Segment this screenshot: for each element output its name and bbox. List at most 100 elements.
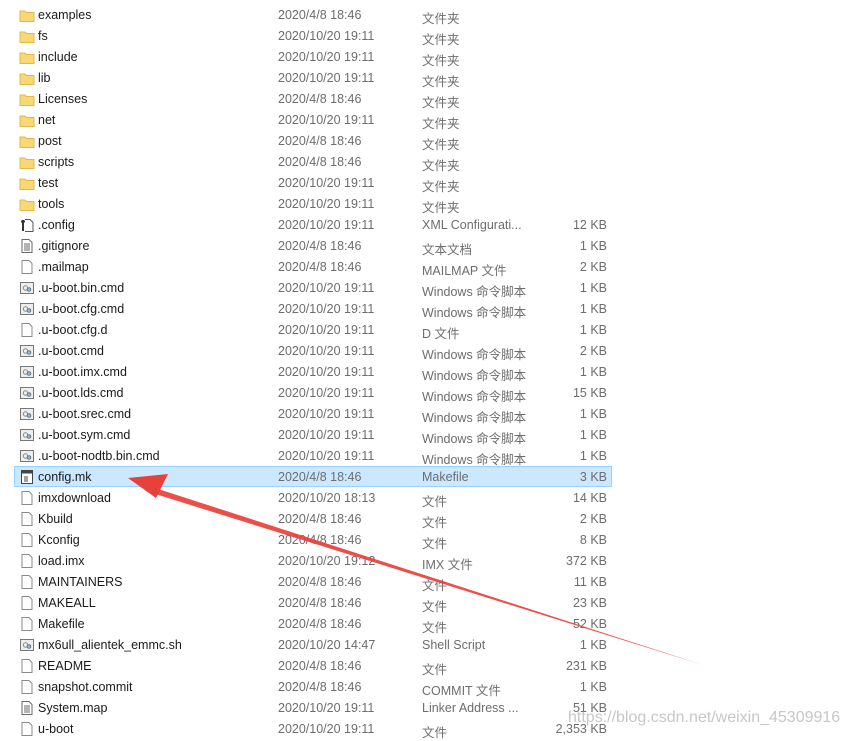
file-type: 文件 [422, 726, 448, 740]
file-row[interactable]: MAKEALL 2020/4/8 18:46 文件 23 KB [14, 592, 612, 614]
file-name: MAKEALL [38, 596, 96, 610]
file-row[interactable]: fs 2020/10/20 19:11 文件夹 [14, 25, 612, 47]
file-row[interactable]: .config 2020/10/20 19:11 XML Configurati..… [14, 214, 612, 235]
file-row[interactable]: README 2020/4/8 18:46 文件 231 KB [14, 655, 612, 677]
file-date: 2020/10/20 19:11 [278, 407, 375, 421]
file-row[interactable]: .u-boot.lds.cmd 2020/10/20 19:11 Windows 命… [14, 382, 612, 404]
file-row[interactable]: include 2020/10/20 19:11 文件夹 [14, 46, 612, 68]
folder-icon [19, 199, 35, 211]
file-row[interactable]: .u-boot-nodtb.bin.cmd 2020/10/20 19:11 Win… [14, 445, 612, 467]
file-row[interactable]: .u-boot.bin.cmd 2020/10/20 19:11 Windows 命… [14, 277, 612, 299]
text-file-icon [21, 701, 33, 715]
file-size: 2 KB [579, 512, 607, 526]
file-date: 2020/10/20 19:11 [278, 365, 375, 379]
file-date: 2020/4/8 18:46 [278, 155, 362, 169]
file-row[interactable]: .u-boot.cmd 2020/10/20 19:11 Windows 命令脚本 2… [14, 340, 612, 362]
file-row[interactable]: Makefile 2020/4/8 18:46 文件 52 KB [14, 613, 612, 635]
file-row[interactable]: .u-boot.srec.cmd 2020/10/20 19:11 Windows … [14, 403, 612, 425]
file-name: .mailmap [38, 260, 89, 274]
file-row[interactable]: tools 2020/10/20 19:11 文件夹 [14, 193, 612, 215]
file-date: 2020/4/8 18:46 [278, 617, 362, 631]
blank-file-icon [21, 323, 33, 337]
blank-file-icon [21, 533, 33, 547]
file-row[interactable]: Licenses 2020/4/8 18:46 文件夹 [14, 88, 612, 110]
file-row[interactable]: Kconfig 2020/4/8 18:46 文件 8 KB [14, 529, 612, 551]
file-name: Kconfig [38, 533, 80, 547]
file-name: .u-boot-nodtb.bin.cmd [38, 449, 160, 463]
file-row[interactable]: test 2020/10/20 19:11 文件夹 [14, 172, 612, 194]
file-date: 2020/4/8 18:46 [278, 533, 362, 547]
folder-icon [19, 31, 35, 43]
file-name: .config [38, 218, 75, 232]
text-file-icon [21, 239, 33, 253]
file-size: 1 KB [579, 281, 607, 295]
file-date: 2020/4/8 18:46 [278, 92, 362, 106]
file-name: snapshot.commit [38, 680, 133, 694]
file-name: mx6ull_alientek_emmc.sh [38, 638, 182, 652]
file-type: XML Configurati... [422, 218, 522, 232]
file-date: 2020/10/20 19:11 [278, 701, 375, 715]
file-row[interactable]: net 2020/10/20 19:11 文件夹 [14, 109, 612, 131]
file-row[interactable]: .u-boot.imx.cmd 2020/10/20 19:11 Windows 命… [14, 361, 612, 383]
file-name: net [38, 113, 56, 127]
file-name: Kbuild [38, 512, 73, 526]
blank-file-icon [21, 680, 33, 694]
file-date: 2020/4/8 18:46 [278, 575, 362, 589]
file-row[interactable]: snapshot.commit 2020/4/8 18:46 COMMIT 文件 1 … [14, 676, 612, 698]
file-name: Licenses [38, 92, 88, 106]
folder-icon [19, 73, 35, 85]
file-date: 2020/10/20 19:11 [278, 218, 375, 232]
file-row[interactable]: post 2020/4/8 18:46 文件夹 [14, 130, 612, 152]
file-name: load.imx [38, 554, 85, 568]
file-row[interactable]: System.map 2020/10/20 19:11 Linker Address… [14, 697, 612, 718]
file-row[interactable]: load.imx 2020/10/20 19:12 IMX 文件 372 KB [14, 550, 612, 572]
file-date: 2020/10/20 19:11 [278, 323, 375, 337]
folder-icon [19, 115, 35, 127]
file-name: lib [38, 71, 51, 85]
file-row[interactable]: .gitignore 2020/4/8 18:46 文本文档 1 KB [14, 235, 612, 257]
blank-file-icon [21, 491, 33, 505]
file-row[interactable]: lib 2020/10/20 19:11 文件夹 [14, 67, 612, 89]
file-name: .u-boot.imx.cmd [38, 365, 127, 379]
file-name: config.mk [38, 470, 92, 484]
script-file-icon [20, 366, 34, 378]
file-date: 2020/10/20 19:11 [278, 197, 375, 211]
file-name: .gitignore [38, 239, 90, 253]
file-type: Shell Script [422, 638, 486, 652]
file-row[interactable]: Kbuild 2020/4/8 18:46 文件 2 KB [14, 508, 612, 530]
blank-file-icon [21, 554, 33, 568]
file-row[interactable]: .u-boot.cfg.cmd 2020/10/20 19:11 Windows 命… [14, 298, 612, 320]
blank-file-icon [21, 575, 33, 589]
file-name: .u-boot.lds.cmd [38, 386, 124, 400]
file-row[interactable]: config.mk 2020/4/8 18:46 Makefile 3 KB [14, 466, 612, 487]
file-date: 2020/10/20 19:11 [278, 176, 375, 190]
script-file-icon [20, 639, 34, 651]
file-name: tools [38, 197, 65, 211]
file-row[interactable]: scripts 2020/4/8 18:46 文件夹 [14, 151, 612, 173]
file-name: .u-boot.bin.cmd [38, 281, 125, 295]
file-size: 2 KB [579, 344, 607, 358]
blank-file-icon [21, 596, 33, 610]
file-row[interactable]: imxdownload 2020/10/20 18:13 文件 14 KB [14, 487, 612, 509]
folder-icon [19, 10, 35, 22]
folder-icon [19, 94, 35, 106]
file-row[interactable]: .u-boot.sym.cmd 2020/10/20 19:11 Windows 命… [14, 424, 612, 446]
file-row[interactable]: examples 2020/4/8 18:46 文件夹 [14, 4, 612, 26]
file-date: 2020/10/20 18:13 [278, 491, 376, 505]
file-date: 2020/4/8 18:46 [278, 134, 362, 148]
file-row[interactable]: u-boot 2020/10/20 19:11 文件 2,353 KB [14, 718, 612, 740]
file-row[interactable]: .u-boot.cfg.d 2020/10/20 19:11 D 文件 1 KB [14, 319, 612, 341]
file-name: README [38, 659, 92, 673]
script-file-icon [20, 387, 34, 399]
file-name: fs [38, 29, 48, 43]
file-name: u-boot [38, 722, 74, 736]
file-row[interactable]: mx6ull_alientek_emmc.sh 2020/10/20 14:47 S… [14, 634, 612, 655]
script-file-icon [20, 303, 34, 315]
file-date: 2020/10/20 19:11 [278, 428, 375, 442]
file-date: 2020/4/8 18:46 [278, 680, 362, 694]
file-row[interactable]: .mailmap 2020/4/8 18:46 MAILMAP 文件 2 KB [14, 256, 612, 278]
file-date: 2020/4/8 18:46 [278, 8, 362, 22]
file-size: 372 KB [565, 554, 607, 568]
file-row[interactable]: MAINTAINERS 2020/4/8 18:46 文件 11 KB [14, 571, 612, 593]
file-date: 2020/10/20 19:12 [278, 554, 376, 568]
